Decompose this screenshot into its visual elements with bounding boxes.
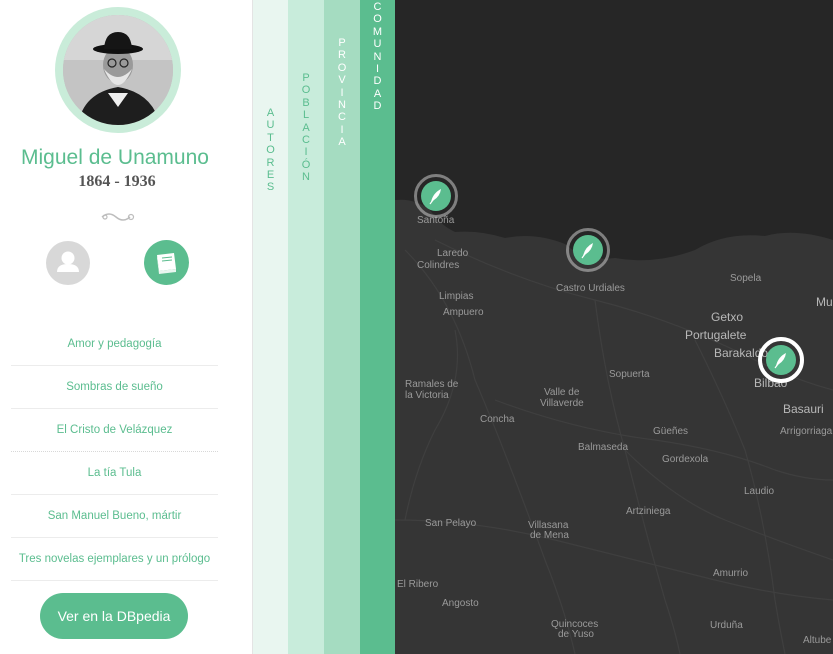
author-info-toggle[interactable] — [46, 241, 90, 285]
filter-label-letter: L — [302, 109, 310, 122]
filter-label-letter: A — [302, 121, 310, 134]
filter-label-letter: O — [301, 84, 311, 97]
filter-poblacion[interactable]: POBLACIÓN — [288, 0, 324, 654]
work-link[interactable]: Amor y pedagogía — [11, 323, 218, 366]
filter-label-letter: I — [375, 63, 380, 76]
map-label: de Yuso — [558, 629, 594, 640]
map-label: Laredo — [437, 248, 469, 259]
map-label: Portugalete — [685, 328, 747, 342]
author-photo — [63, 15, 173, 125]
author-sidebar: Miguel de Unamuno 1864 - 1936 Amor y ped… — [0, 0, 253, 654]
map-marker-bilbao[interactable] — [758, 337, 804, 383]
map-label: San Pelayo — [425, 518, 477, 529]
filter-label-letter: N — [373, 50, 382, 63]
filter-label-letter: A — [338, 136, 346, 149]
map-label: Angosto — [442, 598, 479, 609]
map-label: Valle de — [544, 387, 580, 398]
filter-label-letter: I — [304, 146, 308, 159]
map-label: Colindres — [417, 260, 460, 271]
quill-icon — [429, 189, 441, 205]
map-label: Castro Urdiales — [556, 283, 625, 294]
filter-poblacion-label: POBLACIÓN — [288, 72, 324, 184]
works-toggle[interactable] — [144, 240, 189, 285]
filter-provincia[interactable]: PROVINCIA — [324, 0, 360, 654]
work-link[interactable]: El Cristo de Velázquez — [11, 409, 218, 452]
map-label: Concha — [480, 414, 515, 425]
filter-provincia-label: PROVINCIA — [324, 37, 360, 149]
map-label: la Victoria — [405, 390, 449, 401]
works-list: Amor y pedagogía Sombras de sueño El Cri… — [11, 323, 218, 581]
filter-label-letter: O — [266, 144, 275, 157]
map-label: Villaverde — [540, 398, 584, 409]
filter-label-letter: N — [302, 171, 310, 184]
filter-label-letter: R — [266, 156, 275, 169]
author-years: 1864 - 1936 — [78, 173, 156, 190]
filter-label-letter: T — [267, 131, 274, 144]
dbpedia-button[interactable]: Ver en la DBpedia — [40, 593, 188, 639]
work-link[interactable]: La tía Tula — [11, 452, 218, 495]
filter-label-letter: O — [337, 61, 347, 74]
filter-label-letter: M — [372, 25, 383, 38]
filter-label-letter: B — [302, 96, 310, 109]
map-label: Sopuerta — [609, 369, 650, 380]
map-label: Gordexola — [662, 454, 709, 465]
filter-label-letter: P — [338, 37, 346, 49]
map-terrain — [395, 0, 833, 654]
work-link[interactable]: San Manuel Bueno, mártir — [11, 495, 218, 538]
map-label: de Mena — [530, 530, 569, 541]
map-label: Sopela — [730, 273, 762, 284]
map-label: Basauri — [783, 402, 824, 416]
map-label: El Ribero — [397, 579, 439, 590]
map-label: Balmaseda — [578, 442, 629, 453]
filter-label-letter: R — [338, 49, 346, 62]
filter-label-letter: I — [340, 86, 344, 99]
filter-label-letter: U — [373, 38, 382, 51]
filter-label-letter: P — [302, 72, 310, 84]
map-marker-santona[interactable] — [414, 174, 458, 218]
map-label: Artziniega — [626, 506, 671, 517]
work-link[interactable]: Sombras de sueño — [11, 366, 218, 409]
map-label: Altube — [803, 635, 832, 646]
filter-autores-label: AUTORES — [253, 107, 288, 194]
filter-label-letter: A — [373, 87, 382, 100]
filter-label-letter: D — [373, 100, 382, 113]
map-view[interactable]: Santoña Laredo Colindres Castro Urdiales… — [395, 0, 833, 654]
map-label: Laudio — [744, 486, 775, 497]
filter-comunidad-label: COMUNIDAD — [360, 1, 395, 113]
filter-autores[interactable]: AUTORES — [253, 0, 288, 654]
map-label: Amurrio — [713, 568, 749, 579]
work-link[interactable]: Tres novelas ejemplares y un prólogo — [11, 538, 218, 581]
ornament-divider-icon — [101, 213, 135, 221]
map-label: Güeñes — [653, 426, 689, 437]
filter-label-letter: S — [266, 181, 275, 194]
filter-label-letter: I — [340, 123, 344, 136]
map-label: Arrigorriaga — [780, 426, 833, 437]
author-name: Miguel de Unamuno — [21, 146, 209, 169]
author-portrait — [55, 7, 181, 133]
map-marker-castro-urdiales[interactable] — [566, 228, 610, 272]
filter-label-letter: U — [266, 119, 275, 132]
person-icon — [57, 251, 79, 272]
map-label: Ramales de — [405, 379, 459, 390]
map-label: Limpias — [439, 291, 474, 302]
filter-label-letter: C — [373, 1, 382, 13]
filter-label-letter: Ó — [301, 158, 311, 171]
quill-icon — [581, 243, 593, 259]
filter-label-letter: N — [338, 99, 346, 112]
map-label: Urduña — [710, 620, 743, 631]
map-label: Ampuero — [443, 307, 484, 318]
filter-comunidad[interactable]: COMUNIDAD — [360, 0, 395, 654]
quill-icon — [774, 353, 786, 369]
map-label: Mu — [816, 295, 833, 309]
filter-label-letter: V — [338, 74, 346, 87]
filter-label-letter: C — [338, 111, 346, 124]
filter-label-letter: D — [373, 75, 382, 88]
filter-label-letter: O — [373, 13, 382, 26]
filter-label-letter: A — [266, 107, 275, 119]
book-icon — [157, 253, 176, 274]
filter-label-letter: C — [302, 134, 310, 147]
map-label: Getxo — [711, 310, 744, 324]
filter-label-letter: E — [266, 169, 275, 182]
